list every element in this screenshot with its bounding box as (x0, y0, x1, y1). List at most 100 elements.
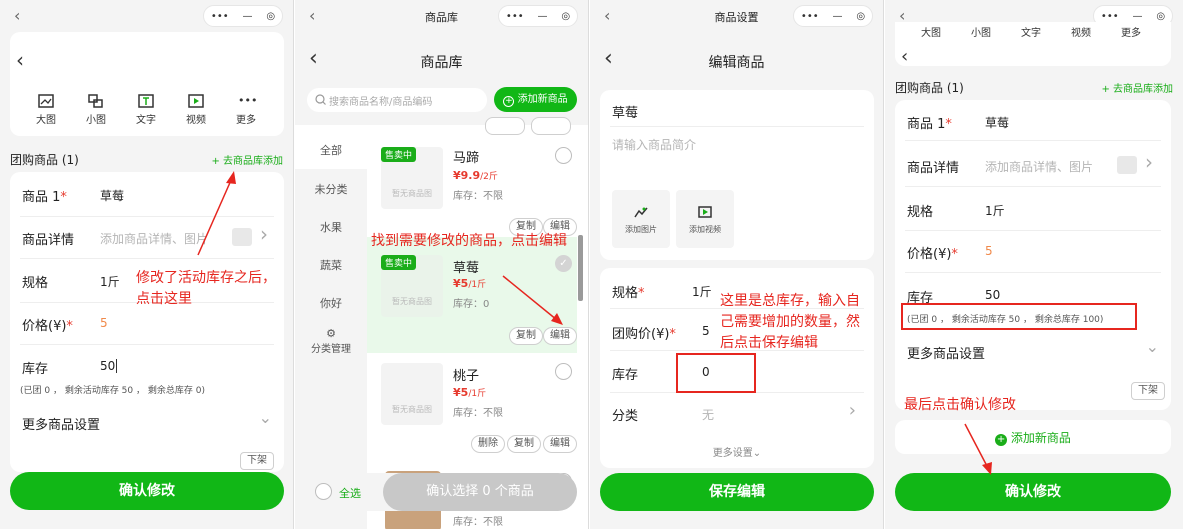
tool-small-image[interactable]: 小图 (76, 94, 116, 126)
stock-input[interactable]: 50 (985, 288, 1000, 302)
select-radio[interactable] (555, 147, 572, 164)
chevron-right-icon[interactable]: › (260, 222, 268, 246)
product-name[interactable]: 草莓 (985, 114, 1009, 131)
tool-more[interactable]: ••• 更多 (226, 94, 266, 126)
search-input[interactable]: 搜索商品名称/商品编码 (307, 88, 487, 112)
confirm-modify-button[interactable]: 确认修改 (10, 472, 284, 510)
category-label: 分类 (612, 409, 639, 424)
chip-partial (485, 117, 525, 135)
tool-video[interactable]: 视频 (176, 94, 216, 126)
annotation-final-confirm: 最后点击确认修改 (904, 397, 1016, 413)
product-name[interactable]: 草莓 (100, 187, 124, 204)
mini-program-capsule[interactable]: ••• — ◎ (793, 5, 873, 27)
spec-value[interactable]: 1斤 (100, 273, 120, 290)
stock-input[interactable]: 50 (100, 359, 118, 373)
tool-large-image[interactable]: 大图 (911, 24, 951, 39)
group-goods-title: 团购商品 (1) (895, 81, 964, 95)
category-fruit[interactable]: 水果 (295, 219, 367, 235)
goods-intro-input[interactable]: 请输入商品简介 (612, 136, 696, 153)
chevron-down-icon[interactable]: ⌄ (1146, 337, 1159, 356)
checked-radio-icon[interactable]: ✓ (555, 255, 572, 272)
minimize-icon[interactable]: — (537, 11, 547, 22)
minimize-icon[interactable]: — (832, 11, 842, 22)
edit-button[interactable]: 编辑 (543, 327, 577, 345)
tool-more[interactable]: 更多 (1111, 24, 1151, 39)
goods-item-selected[interactable]: 暂无商品图 售卖中 草莓 ¥5/1斤 库存：0 ✓ 复制 编辑 (367, 237, 577, 353)
goods-item[interactable]: 暂无商品图 桃子 ¥5/1斤 库存：不限 删除 复制 编辑 (367, 355, 577, 463)
close-target-icon[interactable]: ◎ (856, 11, 865, 22)
mini-program-capsule[interactable]: ••• — ◎ (203, 5, 283, 27)
price-value[interactable]: 5 (985, 244, 993, 258)
chevron-right-icon[interactable]: › (1145, 150, 1153, 174)
delete-button[interactable]: 删除 (471, 435, 505, 453)
category-manage-icon[interactable]: ⚙ (295, 327, 367, 340)
category-all[interactable]: 全部 (295, 142, 367, 158)
spec-value[interactable]: 1斤 (985, 202, 1005, 219)
more-dots-icon[interactable]: ••• (506, 11, 524, 22)
tool-small-image[interactable]: 小图 (961, 24, 1001, 39)
add-new-goods-button[interactable]: + 添加新商品 (494, 87, 577, 112)
edit-button[interactable]: 编辑 (543, 435, 577, 453)
add-from-library-link[interactable]: + 去商品库添加 (211, 152, 283, 167)
add-from-library-link[interactable]: + 去商品库添加 (1101, 80, 1173, 95)
minimize-icon[interactable]: — (242, 11, 252, 22)
add-new-goods-card[interactable]: + 添加新商品 (895, 420, 1171, 454)
category-hello[interactable]: 你好 (295, 295, 367, 311)
copy-button[interactable]: 复制 (507, 435, 541, 453)
close-target-icon[interactable]: ◎ (266, 11, 275, 22)
add-image-button[interactable]: 添加图片 (612, 190, 670, 248)
back-arrow-icon[interactable]: ‹ (901, 46, 908, 67)
stock-label: 库存 (22, 362, 49, 377)
mini-program-capsule[interactable]: ••• — ◎ (498, 5, 578, 27)
goods-stock: 库存：不限 (453, 191, 503, 202)
price-value[interactable]: 5 (100, 316, 108, 330)
detail-placeholder[interactable]: 添加商品详情、图片 (985, 158, 1093, 175)
detail-placeholder[interactable]: 添加商品详情、图片 (100, 230, 208, 247)
copy-button[interactable]: 复制 (509, 327, 543, 345)
chevron-right-icon[interactable]: › (849, 400, 856, 421)
minimize-icon[interactable]: — (1132, 11, 1142, 22)
tool-text[interactable]: 文字 (1011, 24, 1051, 39)
list-scrollbar[interactable] (578, 235, 583, 301)
chevron-down-icon[interactable]: ⌄ (259, 408, 272, 427)
add-new-goods-button[interactable]: + 添加新商品 (895, 429, 1171, 446)
more-settings-toggle[interactable]: 更多设置⌄ (600, 444, 874, 459)
save-edit-button[interactable]: 保存编辑 (600, 473, 874, 511)
close-target-icon[interactable]: ◎ (561, 11, 570, 22)
back-icon[interactable]: ‹ (14, 6, 20, 25)
category-value[interactable]: 无 (702, 406, 714, 423)
more-dots-icon[interactable]: ••• (1101, 11, 1119, 22)
spec-label: 规格 (22, 276, 49, 291)
goods-stock: 库存：0 (453, 299, 490, 310)
add-video-button[interactable]: 添加视频 (676, 190, 734, 248)
divider (905, 140, 1161, 141)
category-uncategorized[interactable]: 未分类 (295, 181, 367, 197)
category-vegetable[interactable]: 蔬菜 (295, 257, 367, 273)
tool-text[interactable]: 文字 (126, 94, 166, 126)
more-dots-icon[interactable]: ••• (211, 11, 229, 22)
confirm-select-button[interactable]: 确认选择 0 个商品 (383, 473, 577, 511)
back-arrow-icon[interactable]: ‹ (16, 48, 24, 72)
divider (905, 272, 1161, 273)
status-bar: ‹ 商品设置 ••• — ◎ (590, 0, 883, 30)
close-target-icon[interactable]: ◎ (1156, 11, 1165, 22)
more-settings[interactable]: 更多商品设置 (907, 343, 985, 362)
goods-item[interactable]: 暂无商品图 售卖中 马蹄 ¥9.9/2斤 库存：不限 复制 编辑 (367, 117, 577, 236)
select-all-label[interactable]: 全选 (339, 485, 361, 501)
annotation-note-box (901, 303, 1137, 330)
tool-large-image[interactable]: 大图 (26, 94, 66, 126)
confirm-modify-button[interactable]: 确认修改 (895, 473, 1171, 511)
offshelf-button[interactable]: 下架 (240, 452, 274, 470)
panel-goods-library: ‹ 商品库 ••• — ◎ ‹ 商品库 搜索商品名称/商品编码 + 添加新商品 … (295, 0, 589, 529)
group-price-value[interactable]: 5 (702, 324, 710, 338)
more-dots-icon[interactable]: ••• (801, 11, 819, 22)
select-all-radio[interactable] (315, 483, 332, 500)
tool-video[interactable]: 视频 (1061, 24, 1101, 39)
category-manage[interactable]: 分类管理 (295, 340, 367, 355)
goods-price: ¥5/1斤 (453, 386, 487, 399)
goods-name-input[interactable]: 草莓 (612, 102, 638, 121)
more-settings[interactable]: 更多商品设置 (22, 414, 100, 433)
spec-value[interactable]: 1斤 (692, 283, 712, 300)
select-radio[interactable] (555, 363, 572, 380)
offshelf-button[interactable]: 下架 (1131, 382, 1165, 400)
